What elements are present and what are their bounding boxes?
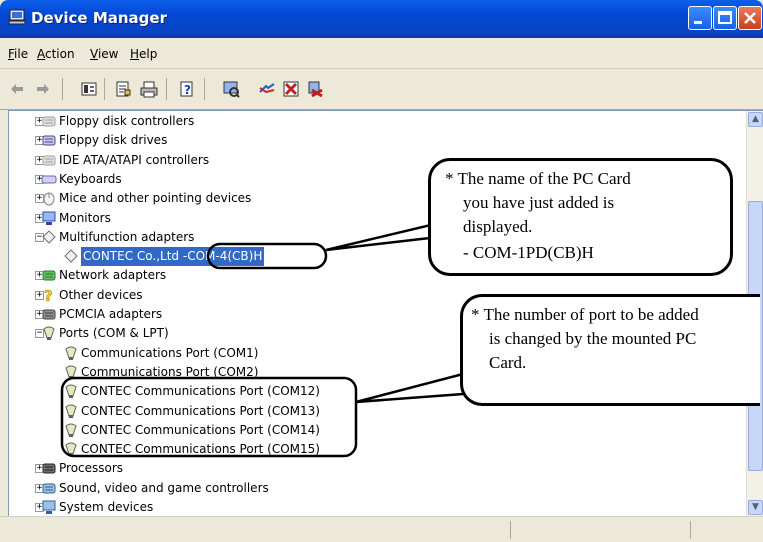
toolbar-separator [62, 78, 63, 100]
ports-callout-line: Card. [489, 353, 527, 372]
port-icon [65, 346, 77, 360]
pc-card-callout-line: displayed. [463, 217, 533, 236]
toolbar-separator [166, 78, 167, 100]
tree-item[interactable]: CONTEC Communications Port (COM14) [9, 421, 744, 440]
scroll-down-icon[interactable]: ▼ [748, 500, 763, 515]
print-icon[interactable] [140, 80, 158, 98]
tree-item-label: Floppy disk drives [59, 133, 168, 148]
network-adapter-icon [42, 270, 56, 281]
monitor-icon [42, 211, 56, 225]
forward-icon[interactable] [34, 80, 52, 98]
uninstall-device-icon[interactable] [306, 80, 324, 98]
tree-item[interactable]: + Processors [9, 459, 744, 478]
tree-item-label: Communications Port (COM1) [81, 345, 259, 360]
tree-item-label: Ports (COM & LPT) [59, 326, 169, 341]
maximize-button[interactable] [713, 6, 737, 30]
menu-action[interactable]: Action [37, 47, 75, 61]
mouse-icon [43, 192, 55, 206]
processor-icon [42, 463, 56, 474]
multifunction-adapter-icon [42, 230, 56, 244]
status-bar [0, 516, 763, 542]
tree-item-label: CONTEC Communications Port (COM12) [81, 384, 320, 399]
properties-icon[interactable] [114, 80, 132, 98]
pc-card-callout-line: - COM-1PD(CB)H [463, 243, 594, 262]
tree-item-label: PCMCIA adapters [59, 307, 163, 321]
title-bar[interactable]: Device Manager [0, 0, 763, 38]
status-divider [690, 521, 691, 539]
close-icon [744, 12, 756, 24]
back-icon[interactable] [8, 80, 26, 98]
tree-item-label: CONTEC Communications Port (COM14) [81, 422, 320, 437]
tree-item[interactable]: + System devices [9, 498, 744, 517]
port-icon [65, 423, 77, 437]
tree-item[interactable]: + Floppy disk controllers [9, 112, 744, 131]
tree-item-label: Mice and other pointing devices [59, 191, 252, 206]
tree-item-label: Monitors [59, 210, 111, 225]
other-devices-icon: ? [44, 287, 53, 303]
menu-bar: File Action View Help [0, 38, 763, 69]
tree-item[interactable]: + Floppy disk drives [9, 131, 744, 150]
disable-device-icon[interactable] [282, 80, 300, 98]
toolbar-separator [204, 78, 205, 100]
floppy-controller-icon [42, 116, 56, 127]
ports-callout-line: * The number of port to be added [471, 305, 699, 324]
pc-card-callout-line: you have just added is [463, 193, 615, 212]
minimize-button[interactable] [688, 6, 712, 30]
floppy-drive-icon [42, 135, 56, 146]
toolbar: ? [0, 69, 763, 110]
status-divider [510, 521, 511, 539]
tree-item-label: IDE ATA/ATAPI controllers [59, 152, 210, 167]
properties-view-icon[interactable] [80, 80, 98, 98]
keyboard-icon [41, 175, 57, 184]
tree-item-label: Floppy disk controllers [59, 114, 195, 128]
toolbar-separator [104, 78, 105, 100]
scroll-up-icon[interactable]: ▲ [748, 112, 763, 127]
port-icon [65, 384, 77, 399]
tree-item-label: CONTEC Communications Port (COM13) [81, 403, 320, 418]
tree-item-label: Keyboards [59, 171, 122, 186]
sound-icon [42, 483, 56, 494]
system-devices-icon [42, 500, 56, 514]
pc-card-callout-line: * The name of the PC Card [445, 169, 631, 188]
tree-item[interactable]: CONTEC Communications Port (COM15) [9, 440, 744, 459]
port-icon [65, 365, 77, 379]
ports-callout-line: is changed by the mounted PC [489, 329, 697, 348]
scan-hardware-icon[interactable] [222, 80, 240, 98]
ide-controller-icon [42, 155, 56, 166]
tree-item-label: Sound, video and game controllers [59, 480, 269, 495]
port-icon [43, 326, 55, 341]
menu-file[interactable]: File [8, 47, 28, 61]
tree-item-label: Other devices [59, 287, 143, 302]
maximize-icon [718, 11, 732, 24]
tree-item-label: Multifunction adapters [59, 229, 195, 244]
port-icon [65, 404, 77, 418]
minimize-icon [694, 21, 702, 24]
pc-card-callout: * The name of the PC Card you have just … [428, 158, 733, 276]
svg-text:?: ? [44, 287, 53, 303]
ports-callout: * The number of port to be added is chan… [460, 294, 760, 406]
tree-item-label: System devices [59, 500, 154, 514]
multifunction-device-icon [64, 249, 78, 263]
tree-item-label: CONTEC Communications Port (COM15) [81, 442, 320, 457]
menu-view[interactable]: View [90, 47, 118, 61]
svg-text:?: ? [184, 83, 191, 97]
tree-item-label: Processors [59, 461, 124, 476]
port-icon [65, 442, 77, 457]
tree-item-label: CONTEC Co.,Ltd -COM-4(CB)H [81, 247, 265, 267]
menu-help[interactable]: Help [130, 47, 157, 61]
tree-item-label: Communications Port (COM2) [81, 364, 259, 379]
help-icon[interactable]: ? [178, 80, 196, 98]
pcmcia-icon [42, 309, 56, 320]
update-driver-icon[interactable] [258, 80, 276, 98]
tree-item-label: Network adapters [59, 268, 167, 283]
tree-item[interactable]: + Sound, video and game controllers [9, 479, 744, 498]
window-title: Device Manager [31, 9, 167, 27]
close-button[interactable] [738, 6, 762, 30]
computer-icon [8, 9, 26, 25]
